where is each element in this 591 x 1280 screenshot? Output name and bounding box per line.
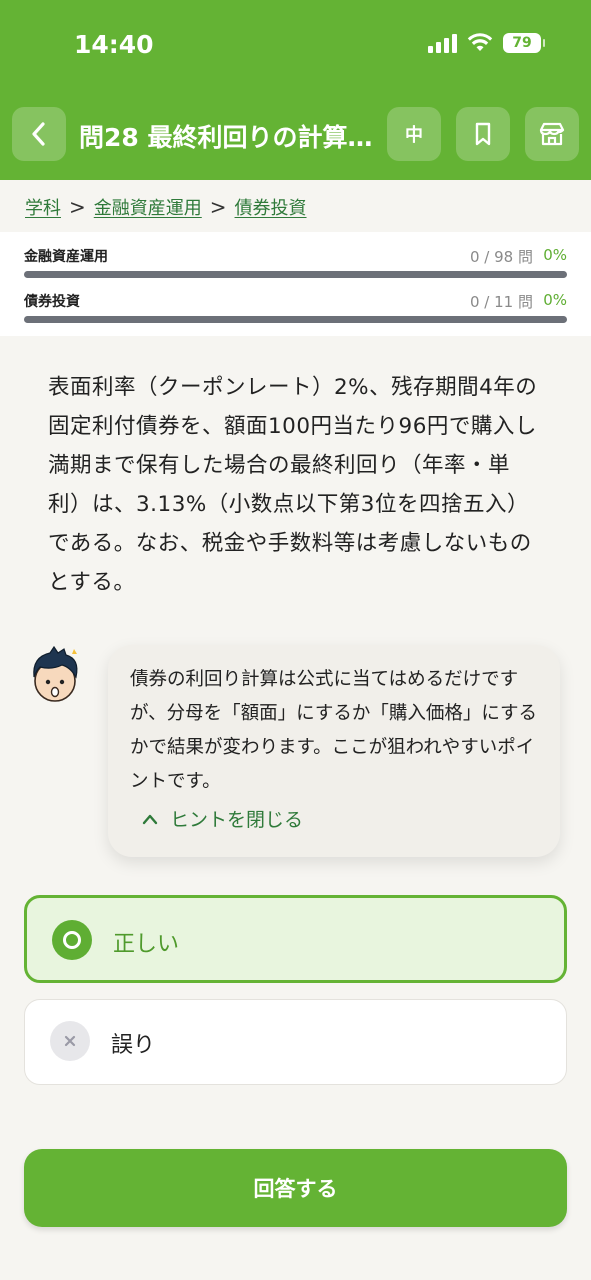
store-button[interactable] [525,107,579,161]
progress-label: 金融資産運用 [24,249,108,265]
progress-row-topic: 債券投資 0 / 11 問 0% [24,291,567,323]
progress-percent: 0% [543,291,567,309]
back-button[interactable] [12,107,66,161]
chevron-left-icon [32,122,45,146]
option-correct[interactable]: 正しい [24,895,567,983]
x-icon [50,1021,90,1061]
hint-close-label: ヒントを閉じる [170,809,304,831]
option-label: 正しい [113,932,180,957]
chevron-up-icon [142,814,158,824]
app-header: 14:40 79 問28 最終利回りの計算… 中 [0,0,591,180]
status-icons: 79 [428,33,545,53]
avatar-icon [33,645,78,702]
progress-bar [24,271,567,278]
progress-bar [24,316,567,323]
progress-count: 0 / 98 問 [470,248,533,266]
hint-text: 債券の利回り計算は公式に当てはめるだけですが、分母を「額面」にするか「購入価格」… [130,669,538,792]
submit-button[interactable]: 回答する [24,1149,567,1227]
progress-count: 0 / 11 問 [470,293,533,311]
hint-close-button[interactable]: ヒントを閉じる [142,805,303,832]
breadcrumb-separator: > [209,195,227,219]
progress-percent: 0% [543,246,567,264]
battery-icon: 79 [503,33,545,53]
store-icon [539,122,565,146]
option-label: 誤り [111,1033,156,1058]
bookmark-icon [475,122,491,146]
page-title: 問28 最終利回りの計算… [79,123,373,152]
progress-panel: 金融資産運用 0 / 98 問 0% 債券投資 0 / 11 問 0% [0,232,591,336]
level-button[interactable]: 中 [387,107,441,161]
hint-bubble: 債券の利回り計算は公式に当てはめるだけですが、分母を「額面」にするか「購入価格」… [108,645,560,857]
signal-icon [428,33,457,53]
circle-icon [52,920,92,960]
breadcrumb-item-subject[interactable]: 学科 [25,194,61,220]
wifi-icon [467,33,493,51]
progress-row-category: 金融資産運用 0 / 98 問 0% [24,246,567,278]
bookmark-button[interactable] [456,107,510,161]
breadcrumb-item-category[interactable]: 金融資産運用 [94,194,202,220]
status-time: 14:40 [74,30,154,59]
breadcrumb: 学科 > 金融資産運用 > 債券投資 [25,194,307,220]
question-text: 表面利率（クーポンレート）2%、残存期間4年の固定利付債券を、額面100円当たり… [48,375,538,595]
breadcrumb-separator: > [69,195,86,219]
breadcrumb-item-topic[interactable]: 債券投資 [235,194,307,220]
option-wrong[interactable]: 誤り [24,999,567,1085]
progress-label: 債券投資 [24,294,80,310]
level-label: 中 [405,125,423,146]
